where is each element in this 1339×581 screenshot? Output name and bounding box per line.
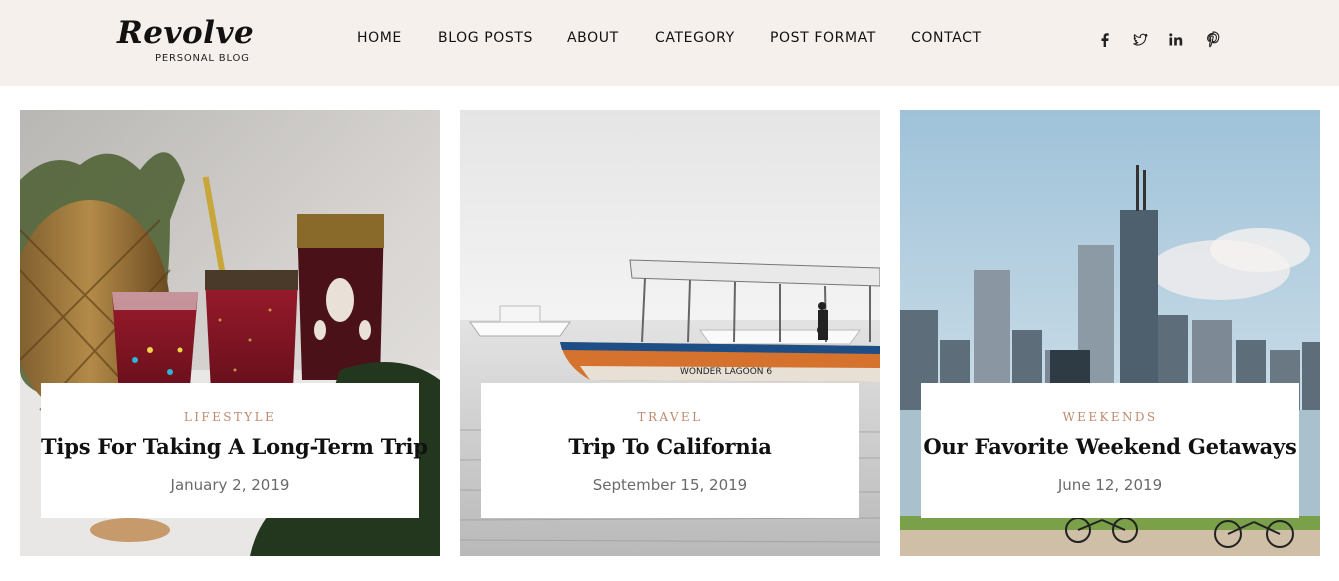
post-card[interactable]: WONDER LAGOON 6 TRAVEL Trip To Californi…	[460, 110, 880, 556]
post-date: September 15, 2019	[592, 476, 748, 494]
post-category[interactable]: WEEKENDS	[921, 410, 1299, 424]
post-info-panel: TRAVEL Trip To California September 15, …	[481, 383, 859, 518]
post-card[interactable]: LIFESTYLE Tips For Taking A Long-Term Tr…	[20, 110, 440, 556]
facebook-icon[interactable]	[1096, 31, 1114, 49]
logo-tagline: PERSONAL BLOG	[155, 53, 250, 64]
post-title[interactable]: Our Favorite Weekend Getaways	[921, 434, 1299, 459]
site-header: Revolve PERSONAL BLOG HOME BLOG POSTS AB…	[0, 0, 1339, 86]
nav-home[interactable]: HOME	[357, 30, 402, 46]
twitter-icon[interactable]	[1131, 31, 1149, 49]
pinterest-icon[interactable]	[1204, 31, 1222, 49]
nav-contact[interactable]: CONTACT	[911, 30, 982, 46]
post-card[interactable]: WEEKENDS Our Favorite Weekend Getaways J…	[900, 110, 1320, 556]
post-info-panel: WEEKENDS Our Favorite Weekend Getaways J…	[921, 383, 1299, 518]
nav-category[interactable]: CATEGORY	[655, 30, 735, 46]
linkedin-icon[interactable]	[1167, 31, 1185, 49]
nav-about[interactable]: ABOUT	[567, 30, 619, 46]
nav-blog-posts[interactable]: BLOG POSTS	[438, 30, 533, 46]
post-category[interactable]: LIFESTYLE	[41, 410, 419, 424]
post-title[interactable]: Trip To California	[481, 434, 859, 459]
post-info-panel: LIFESTYLE Tips For Taking A Long-Term Tr…	[41, 383, 428, 518]
nav-post-format[interactable]: POST FORMAT	[770, 30, 876, 46]
svg-text:WONDER LAGOON 6: WONDER LAGOON 6	[680, 367, 772, 377]
post-title[interactable]: Tips For Taking A Long-Term Trip	[41, 434, 428, 459]
post-date: June 12, 2019	[1057, 476, 1163, 494]
site-logo[interactable]: Revolve PERSONAL BLOG	[117, 14, 267, 64]
logo-title: Revolve	[117, 15, 255, 51]
post-date: January 2, 2019	[170, 476, 290, 494]
post-category[interactable]: TRAVEL	[481, 410, 859, 424]
